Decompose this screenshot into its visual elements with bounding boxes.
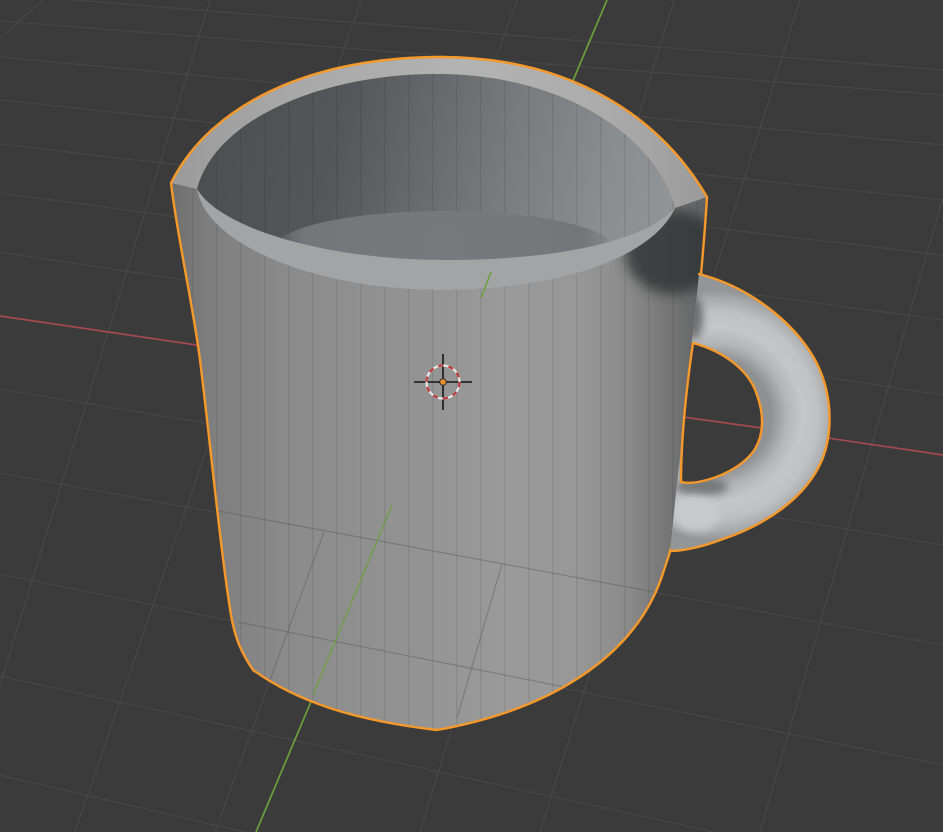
blender-3d-viewport[interactable]: [0, 0, 943, 832]
cursor-center-dot: [440, 379, 447, 386]
viewport-canvas[interactable]: [0, 0, 943, 832]
handle-endcap-highlight: [672, 496, 720, 532]
